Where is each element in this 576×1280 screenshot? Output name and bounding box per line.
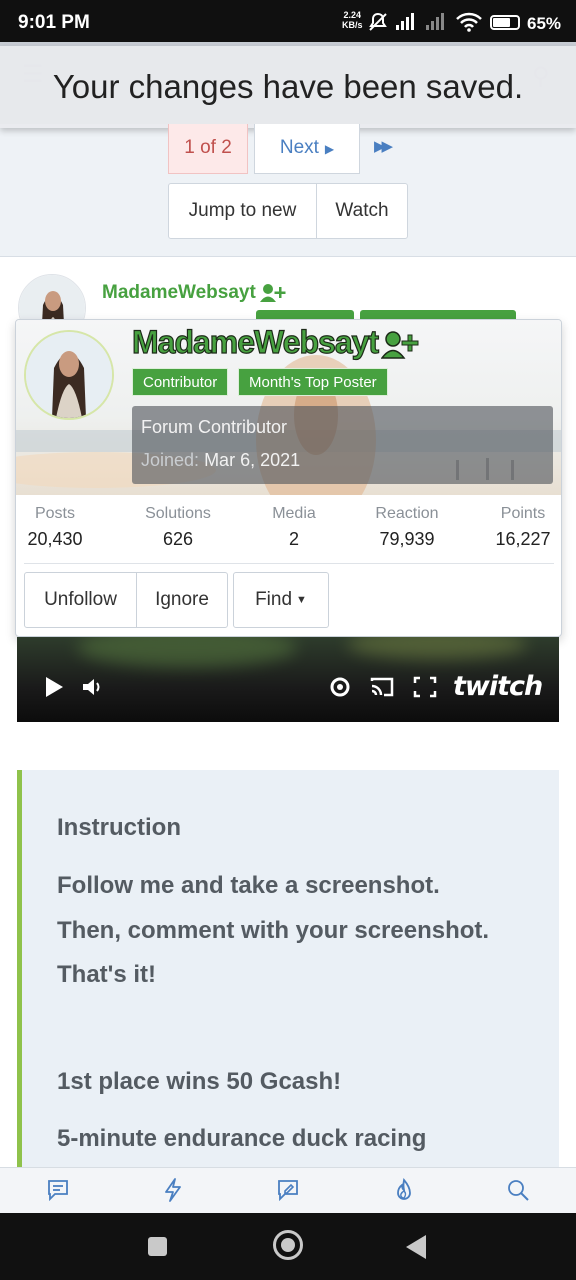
last-page-icon[interactable]: ▶▶ xyxy=(374,137,393,155)
member-name[interactable]: MadameWebsayt xyxy=(131,323,419,361)
stat-reaction[interactable]: Reaction 79,939 xyxy=(367,505,447,550)
instruction-line: Then, comment with your screenshot. xyxy=(57,917,490,944)
whats-new-icon[interactable] xyxy=(162,1178,184,1202)
find-label: Find xyxy=(255,589,293,611)
play-icon[interactable] xyxy=(43,676,65,698)
instruction-line: 5-minute endurance duck racing xyxy=(57,1125,427,1152)
find-button[interactable]: Find ▼ xyxy=(234,573,328,627)
search-icon[interactable] xyxy=(506,1178,530,1202)
video-frame xyxy=(77,637,297,667)
member-action-group: Unfollow Ignore xyxy=(24,572,228,628)
fullscreen-icon[interactable] xyxy=(413,676,437,698)
post-author-label: MadameWebsayt xyxy=(102,282,256,303)
cast-icon[interactable] xyxy=(369,676,395,698)
instruction-block: Instruction Follow me and take a screens… xyxy=(17,770,559,1170)
trending-icon[interactable] xyxy=(392,1178,416,1202)
signal-secondary-icon xyxy=(426,13,444,30)
stat-label: Posts xyxy=(34,505,75,522)
member-name-label: MadameWebsayt xyxy=(131,323,379,360)
next-page-label: Next xyxy=(279,137,319,158)
following-icon xyxy=(381,330,419,359)
stat-label: Solutions xyxy=(145,505,211,522)
stat-label: Reaction xyxy=(375,505,439,522)
network-speed-value: 2.24 xyxy=(343,10,362,20)
stat-media[interactable]: Media 2 xyxy=(264,505,324,550)
stat-label: Points xyxy=(500,505,546,522)
video-frame xyxy=(347,637,527,659)
bottom-navigation xyxy=(0,1167,576,1213)
member-tooltip: MadameWebsayt Contributor Month's Top Po… xyxy=(15,319,562,637)
network-speed: 2.24 KB/s xyxy=(342,10,363,30)
instruction-line: 1st place wins 50 Gcash! xyxy=(57,1068,342,1095)
user-title: Forum Contributor xyxy=(141,417,288,437)
signal-icon xyxy=(396,13,414,30)
stat-label: Media xyxy=(272,505,316,522)
volume-icon[interactable] xyxy=(81,676,105,698)
find-menu: Find ▼ xyxy=(233,572,329,628)
thread-actions: Jump to new Watch xyxy=(168,183,408,239)
instruction-line: That's it! xyxy=(57,961,157,988)
member-stats: Posts 20,430 Solutions 626 Media 2 React… xyxy=(16,505,561,561)
joined-date: Joined: Mar 6, 2021 xyxy=(141,450,300,471)
banner-top-poster: Month's Top Poster xyxy=(238,368,388,396)
caret-down-icon: ▼ xyxy=(296,594,307,606)
member-avatar[interactable] xyxy=(24,330,114,420)
system-navigation xyxy=(0,1213,576,1280)
saved-notice[interactable]: Your changes have been saved. xyxy=(0,46,576,128)
battery-icon xyxy=(490,15,520,30)
stat-solutions[interactable]: Solutions 626 xyxy=(138,505,218,550)
instruction-heading: Instruction xyxy=(57,814,181,841)
unfollow-button[interactable]: Unfollow xyxy=(25,573,137,627)
back-icon[interactable] xyxy=(406,1235,426,1259)
banner-contributor: Contributor xyxy=(132,368,229,396)
member-info: Forum Contributor Joined: Mar 6, 2021 xyxy=(132,406,553,484)
settings-icon[interactable] xyxy=(328,675,352,699)
following-icon xyxy=(259,283,286,302)
status-bar: 9:01 PM 2.24 KB/s 65% xyxy=(0,0,576,42)
twitch-logo[interactable]: twitch xyxy=(453,671,543,702)
stat-value: 2 xyxy=(288,529,299,549)
joined-label: Joined: xyxy=(141,450,200,470)
watch-button[interactable]: Watch xyxy=(317,184,407,238)
jump-to-new-button[interactable]: Jump to new xyxy=(169,184,317,238)
post-author-name[interactable]: MadameWebsayt xyxy=(102,282,286,304)
new-thread-icon[interactable] xyxy=(276,1178,300,1202)
page-current[interactable]: 1 of 2 xyxy=(168,124,248,174)
instruction-line: Follow me and take a screenshot. xyxy=(57,872,440,899)
next-page-button[interactable]: Next ▶ xyxy=(254,124,360,174)
wifi-icon xyxy=(456,12,482,32)
network-speed-unit: KB/s xyxy=(342,20,363,30)
new-posts-icon[interactable] xyxy=(46,1178,70,1202)
mute-bell-icon xyxy=(369,12,387,31)
ignore-button[interactable]: Ignore xyxy=(137,573,227,627)
stat-value: 79,939 xyxy=(379,529,435,549)
stat-posts[interactable]: Posts 20,430 xyxy=(25,505,85,550)
stat-value: 20,430 xyxy=(27,529,83,549)
clock: 9:01 PM xyxy=(18,12,90,33)
home-icon[interactable] xyxy=(273,1230,303,1260)
notice-message: Your changes have been saved. xyxy=(52,68,524,105)
joined-value: Mar 6, 2021 xyxy=(204,450,301,470)
twitch-video-player[interactable]: twitch xyxy=(17,637,559,722)
stat-points[interactable]: Points 16,227 xyxy=(492,505,554,550)
chevron-right-icon: ▶ xyxy=(324,142,335,156)
recents-icon[interactable] xyxy=(148,1237,167,1256)
divider xyxy=(24,563,554,564)
stat-value: 626 xyxy=(162,529,194,549)
stat-value: 16,227 xyxy=(495,529,551,549)
battery-percent: 65% xyxy=(527,14,562,33)
